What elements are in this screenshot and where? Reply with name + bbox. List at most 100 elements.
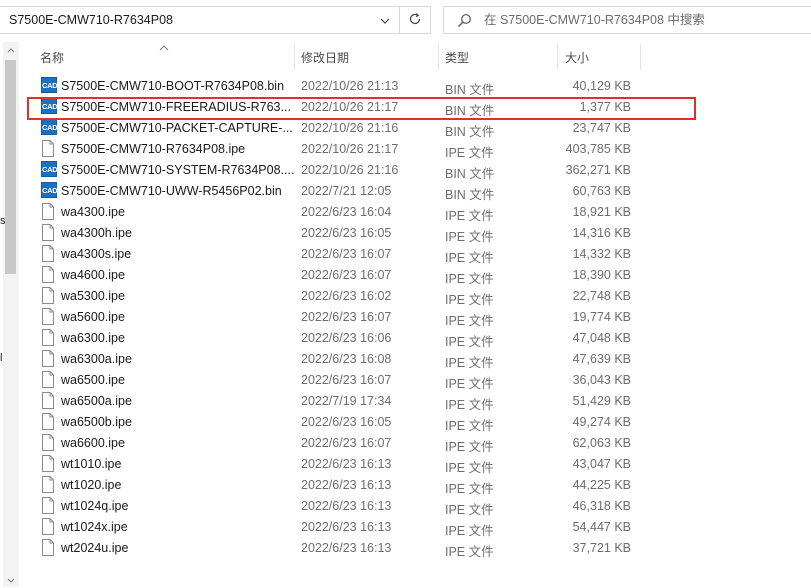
column-header-type[interactable]: 类型: [445, 49, 469, 66]
file-row[interactable]: wa4600.ipe 2022/6/23 16:07 IPE 文件 18,390 KB: [28, 264, 811, 286]
file-row[interactable]: wt1010.ipe 2022/6/23 16:13 IPE 文件 43,047 KB: [28, 453, 811, 475]
column-divider[interactable]: [640, 44, 641, 70]
file-date: 2022/10/26 21:17: [301, 142, 399, 156]
file-row[interactable]: wa5300.ipe 2022/6/23 16:02 IPE 文件 22,748 KB: [28, 285, 811, 307]
file-row[interactable]: CAD S7500E-CMW710-BOOT-R7634P08.bin 2022/1…: [28, 75, 811, 97]
file-row[interactable]: wa4300.ipe 2022/6/23 16:04 IPE 文件 18,921 KB: [28, 201, 811, 223]
search-input[interactable]: [484, 10, 804, 30]
file-name: S7500E-CMW710-SYSTEM-R7634P08....: [61, 163, 295, 177]
nav-item-fragment[interactable]: l: [0, 352, 2, 364]
cad-file-icon: CAD: [41, 98, 58, 115]
scroll-up-button[interactable]: [3, 42, 19, 56]
file-size: 14,316 KB: [572, 226, 631, 240]
address-bar[interactable]: S7500E-CMW710-R7634P08: [0, 6, 400, 34]
file-row[interactable]: wt2024u.ipe 2022/6/23 16:13 IPE 文件 37,721 K…: [28, 537, 811, 559]
file-icon: [41, 476, 57, 493]
file-icon: [41, 539, 57, 556]
file-date: 2022/6/23 16:13: [301, 541, 392, 555]
chevron-down-icon: [7, 572, 15, 586]
file-icon: [41, 266, 57, 283]
sort-ascending-icon: [159, 40, 169, 54]
file-row[interactable]: wa5600.ipe 2022/6/23 16:07 IPE 文件 19,774 KB: [28, 306, 811, 328]
file-row[interactable]: wt1020.ipe 2022/6/23 16:13 IPE 文件 44,225 KB: [28, 474, 811, 496]
file-size: 22,748 KB: [572, 289, 631, 303]
file-icon: [41, 455, 57, 472]
file-size: 60,763 KB: [572, 184, 631, 198]
file-name: wa4300.ipe: [61, 205, 125, 219]
file-date: 2022/6/23 16:08: [301, 352, 392, 366]
file-size: 23,747 KB: [572, 121, 631, 135]
file-date: 2022/6/23 16:13: [301, 499, 392, 513]
file-size: 54,447 KB: [572, 520, 631, 534]
chevron-down-icon: [380, 13, 390, 27]
file-name: wt2024u.ipe: [61, 541, 129, 555]
column-header-date[interactable]: 修改日期: [301, 49, 349, 66]
file-size: 62,063 KB: [572, 436, 631, 450]
file-size: 19,774 KB: [572, 310, 631, 324]
column-divider[interactable]: [557, 44, 558, 70]
nav-item-fragment[interactable]: s: [0, 215, 6, 227]
file-size: 1,377 KB: [579, 100, 631, 114]
file-row[interactable]: wa6500.ipe 2022/6/23 16:07 IPE 文件 36,043 KB: [28, 369, 811, 391]
file-row[interactable]: wa6300.ipe 2022/6/23 16:06 IPE 文件 47,048 KB: [28, 327, 811, 349]
file-size: 44,225 KB: [572, 478, 631, 492]
file-icon: [41, 413, 57, 430]
address-path[interactable]: S7500E-CMW710-R7634P08: [9, 13, 173, 27]
top-bar: S7500E-CMW710-R7634P08: [0, 0, 811, 40]
file-size: 18,921 KB: [572, 205, 631, 219]
file-icon: [41, 518, 57, 535]
file-name: wt1010.ipe: [61, 457, 122, 471]
column-divider[interactable]: [438, 44, 439, 70]
address-dropdown-button[interactable]: [371, 7, 399, 33]
file-row[interactable]: wt1024x.ipe 2022/6/23 16:13 IPE 文件 54,447 K…: [28, 516, 811, 538]
file-row[interactable]: wa4300s.ipe 2022/6/23 16:07 IPE 文件 14,332 K…: [28, 243, 811, 265]
file-name: wa4600.ipe: [61, 268, 125, 282]
column-divider[interactable]: [294, 44, 295, 70]
file-icon: [41, 140, 57, 157]
file-row[interactable]: CAD S7500E-CMW710-UWW-R5456P02.bin 2022/7/…: [28, 180, 811, 202]
file-date: 2022/6/23 16:06: [301, 331, 392, 345]
cad-file-icon: CAD: [41, 161, 58, 178]
file-name: wa6500a.ipe: [61, 394, 132, 408]
file-date: 2022/6/23 16:02: [301, 289, 392, 303]
file-size: 43,047 KB: [572, 457, 631, 471]
scroll-down-button[interactable]: [3, 572, 19, 586]
nav-scrollbar-thumb[interactable]: [5, 60, 16, 274]
file-name: S7500E-CMW710-FREERADIUS-R763...: [61, 100, 291, 114]
file-size: 362,271 KB: [565, 163, 631, 177]
refresh-icon: [408, 12, 422, 29]
file-icon: [41, 434, 57, 451]
file-date: 2022/10/26 21:16: [301, 163, 399, 177]
file-date: 2022/6/23 16:07: [301, 247, 392, 261]
column-header-name[interactable]: 名称: [40, 49, 64, 66]
file-size: 403,785 KB: [565, 142, 631, 156]
file-name: wa6300.ipe: [61, 331, 125, 345]
file-icon: [41, 245, 57, 262]
file-name: wa5600.ipe: [61, 310, 125, 324]
file-row[interactable]: wa6600.ipe 2022/6/23 16:07 IPE 文件 62,063 KB: [28, 432, 811, 454]
file-name: wt1020.ipe: [61, 478, 122, 492]
file-row[interactable]: wt1024q.ipe 2022/6/23 16:13 IPE 文件 46,318 K…: [28, 495, 811, 517]
file-row[interactable]: CAD S7500E-CMW710-SYSTEM-R7634P08.... 2022…: [28, 159, 811, 181]
file-icon: [41, 329, 57, 346]
file-row[interactable]: wa6500a.ipe 2022/7/19 17:34 IPE 文件 51,429 K…: [28, 390, 811, 412]
file-icon: [41, 203, 57, 220]
file-row[interactable]: CAD S7500E-CMW710-FREERADIUS-R763... 2022/…: [28, 96, 811, 118]
file-row[interactable]: S7500E-CMW710-R7634P08.ipe 2022/10/26 21:…: [28, 138, 811, 160]
file-row[interactable]: wa6500b.ipe 2022/6/23 16:05 IPE 文件 49,274 K…: [28, 411, 811, 433]
file-size: 37,721 KB: [572, 541, 631, 555]
file-row[interactable]: wa4300h.ipe 2022/6/23 16:05 IPE 文件 14,316 K…: [28, 222, 811, 244]
column-header-size[interactable]: 大小: [565, 49, 589, 66]
file-row[interactable]: CAD S7500E-CMW710-PACKET-CAPTURE-... 2022/…: [28, 117, 811, 139]
file-row[interactable]: wa6300a.ipe 2022/6/23 16:08 IPE 文件 47,639 K…: [28, 348, 811, 370]
file-date: 2022/7/19 17:34: [301, 394, 392, 408]
file-icon: [41, 287, 57, 304]
file-icon: [41, 224, 57, 241]
refresh-button[interactable]: [400, 6, 431, 34]
file-icon: [41, 392, 57, 409]
search-box[interactable]: [443, 6, 811, 34]
file-date: 2022/10/26 21:17: [301, 100, 399, 114]
file-size: 47,639 KB: [572, 352, 631, 366]
file-size: 49,274 KB: [572, 415, 631, 429]
file-name: S7500E-CMW710-UWW-R5456P02.bin: [61, 184, 282, 198]
